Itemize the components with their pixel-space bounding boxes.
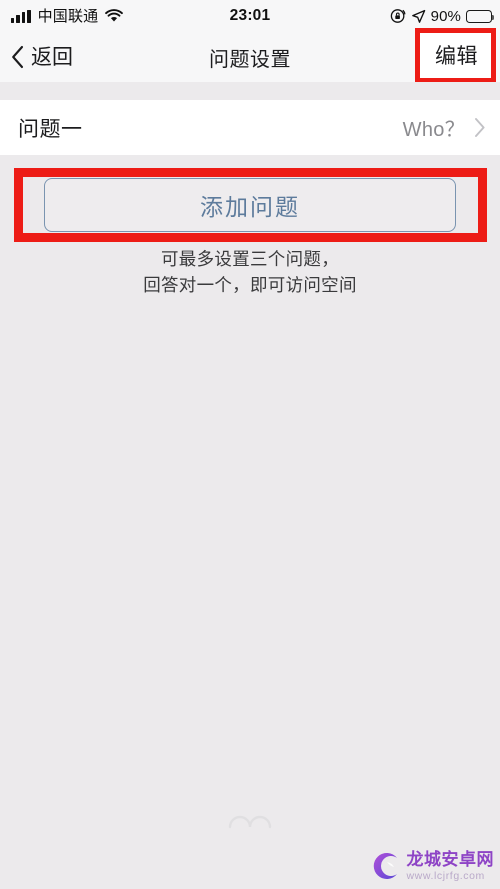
watermark-title: 龙城安卓网 bbox=[406, 849, 494, 869]
battery-percent-label: 90% bbox=[430, 7, 461, 25]
question-row-1[interactable]: 问题一 Who？ bbox=[0, 100, 500, 155]
question-row-value: Who？ bbox=[402, 119, 465, 141]
hint-line-1: 可最多设置三个问题， bbox=[161, 249, 339, 269]
watermark-logo-icon bbox=[367, 849, 403, 883]
home-indicator-arc-icon bbox=[228, 811, 272, 834]
battery-icon bbox=[466, 9, 495, 23]
edit-button[interactable]: 编辑 bbox=[415, 28, 496, 83]
question-row-value-group: Who？ bbox=[403, 113, 486, 142]
watermark-text: 龙城安卓网 www.lcjrfg.com bbox=[407, 851, 495, 882]
hint-line-2: 回答对一个，即可访问空间 bbox=[143, 275, 357, 295]
phone-screen: 中国联通 23:01 90% 返回 问题设置 编辑 问题一 Who？ 添加问题 … bbox=[0, 0, 500, 889]
chevron-right-icon bbox=[474, 117, 486, 138]
watermark: 龙城安卓网 www.lcjrfg.com bbox=[367, 849, 495, 883]
edit-button-label: 编辑 bbox=[435, 45, 478, 68]
navigation-bar: 返回 问题设置 编辑 bbox=[0, 28, 500, 83]
location-arrow-icon bbox=[411, 9, 426, 24]
watermark-url: www.lcjrfg.com bbox=[406, 869, 485, 882]
content-area: 问题一 Who？ 添加问题 可最多设置三个问题， 回答对一个，即可访问空间 龙城… bbox=[0, 82, 500, 889]
hint-text: 可最多设置三个问题， 回答对一个，即可访问空间 bbox=[0, 246, 500, 298]
status-bar-right: 90% bbox=[390, 7, 495, 25]
rotation-lock-icon bbox=[390, 8, 406, 24]
question-row-label: 问题一 bbox=[18, 117, 83, 141]
add-question-button-label: 添加问题 bbox=[200, 194, 300, 220]
add-question-button[interactable]: 添加问题 bbox=[44, 178, 456, 232]
